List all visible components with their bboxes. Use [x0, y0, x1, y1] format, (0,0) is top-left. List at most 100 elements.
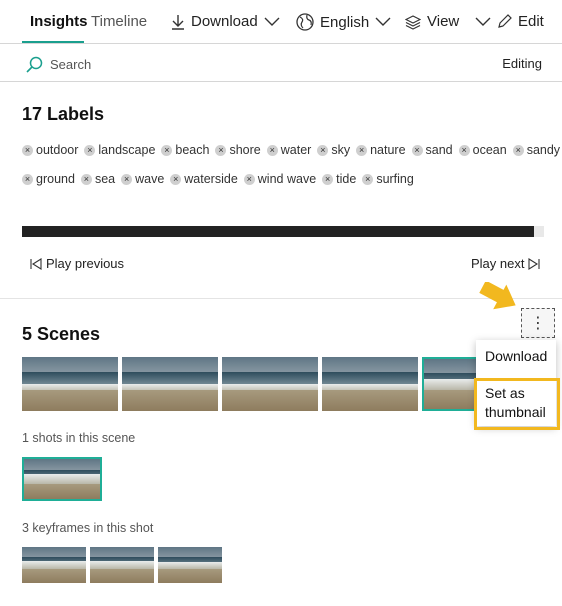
download-icon	[172, 14, 184, 30]
language-menu[interactable]: English	[296, 13, 391, 31]
label-chip[interactable]: × nature	[356, 143, 406, 157]
menu-item-download[interactable]: Download	[476, 348, 556, 364]
remove-label-icon[interactable]: ×	[317, 144, 329, 156]
chevron-down-icon	[375, 17, 391, 26]
pointer-arrow-icon	[479, 282, 516, 310]
label-text: ocean	[472, 143, 507, 157]
remove-label-icon[interactable]: ×	[243, 173, 255, 185]
tab-insights[interactable]: Insights	[30, 13, 88, 30]
label-chip[interactable]: × ocean	[458, 143, 507, 157]
keyframe-thumbnail[interactable]	[22, 547, 86, 583]
chevron-down-icon	[475, 17, 491, 26]
scene-thumbnail[interactable]	[322, 357, 418, 411]
edit-label: Edit	[518, 13, 544, 30]
editing-toggle[interactable]: Editing	[502, 56, 542, 71]
label-text: sandy	[526, 143, 561, 157]
label-text: sea	[94, 172, 116, 186]
download-label: Download	[191, 13, 258, 30]
remove-label-icon[interactable]: ×	[121, 173, 133, 185]
keyframe-thumbnail[interactable]	[158, 547, 222, 583]
label-chip[interactable]: × landscape	[84, 143, 155, 157]
play-previous-button[interactable]: Play previous	[30, 256, 124, 271]
remove-label-icon[interactable]: ×	[161, 144, 173, 156]
label-text: sand	[425, 143, 453, 157]
divider	[0, 81, 562, 82]
label-chip[interactable]: × outdoor	[22, 143, 78, 157]
skip-previous-icon	[30, 257, 42, 270]
layers-icon	[405, 14, 421, 30]
remove-label-icon[interactable]: ×	[84, 144, 96, 156]
label-chip[interactable]: × sandy	[512, 143, 561, 157]
edit-button[interactable]: Edit	[497, 13, 544, 30]
label-text: wave	[135, 172, 165, 186]
remove-label-icon[interactable]: ×	[266, 144, 278, 156]
play-next-label: Play next	[471, 256, 525, 271]
remove-label-icon[interactable]: ×	[22, 144, 33, 156]
scene-thumbnail[interactable]	[22, 357, 118, 411]
label-text: outdoor	[36, 143, 79, 157]
label-text: surfing	[376, 172, 414, 186]
label-text: waterside	[184, 172, 238, 186]
language-label: English	[320, 13, 370, 31]
label-text: ground	[36, 172, 75, 186]
play-previous-label: Play previous	[46, 256, 125, 271]
label-chip[interactable]: × wind wave	[243, 172, 317, 186]
keyframes-caption: 3 keyframes in this shot	[22, 521, 154, 535]
remove-label-icon[interactable]: ×	[362, 173, 374, 185]
more-options-button[interactable]: ⋮	[521, 308, 555, 338]
label-chip[interactable]: × shore	[215, 143, 261, 157]
label-chip[interactable]: × beach	[161, 143, 209, 157]
search-icon	[26, 56, 43, 73]
skip-next-icon	[528, 257, 541, 270]
remove-label-icon[interactable]: ×	[458, 144, 470, 156]
label-text: tide	[336, 172, 357, 186]
more-options-icon: ⋮	[530, 315, 546, 332]
chevron-down-icon	[264, 17, 280, 26]
scene-thumbnail[interactable]	[122, 357, 218, 411]
label-text: water	[280, 143, 312, 157]
labels-row: × ground × sea × wave × waterside × wind wave × tid…	[22, 172, 420, 186]
label-chip[interactable]: × sky	[317, 143, 350, 157]
label-chip[interactable]: × waterside	[170, 172, 238, 186]
play-next-button[interactable]: Play next	[471, 256, 541, 271]
remove-label-icon[interactable]: ×	[22, 173, 33, 185]
tab-timeline[interactable]: Timeline	[91, 13, 147, 30]
scenes-title: 5 Scenes	[22, 324, 101, 344]
remove-label-icon[interactable]: ×	[170, 173, 182, 185]
label-text: wind wave	[257, 172, 317, 186]
label-chip[interactable]: × tide	[322, 172, 356, 186]
divider	[0, 43, 562, 44]
label-chip[interactable]: × wave	[121, 172, 164, 186]
download-menu[interactable]: Download	[171, 13, 280, 30]
shots-caption: 1 shots in this scene	[22, 431, 136, 445]
label-text: nature	[370, 143, 406, 157]
remove-label-icon[interactable]: ×	[322, 173, 334, 185]
view-menu[interactable]: View	[405, 13, 491, 30]
remove-label-icon[interactable]: ×	[215, 144, 227, 156]
remove-label-icon[interactable]: ×	[411, 144, 423, 156]
label-timeline-fill	[22, 226, 534, 237]
label-text: beach	[175, 143, 210, 157]
label-chip[interactable]: × ground	[22, 172, 75, 186]
globe-icon	[296, 13, 314, 31]
label-chip[interactable]: × sea	[80, 172, 116, 186]
remove-label-icon[interactable]: ×	[512, 144, 524, 156]
pencil-icon	[498, 14, 512, 28]
labels-title: 17 Labels	[22, 104, 105, 124]
keyframe-thumbnail[interactable]	[90, 547, 154, 583]
view-label: View	[427, 13, 460, 30]
label-chip[interactable]: × sand	[411, 143, 453, 157]
highlight-box	[474, 378, 560, 430]
label-chip[interactable]: × water	[266, 143, 312, 157]
scene-thumbnail[interactable]	[222, 357, 318, 411]
label-chip[interactable]: × surfing	[362, 172, 414, 186]
shot-thumbnail[interactable]	[22, 457, 102, 501]
label-text: sky	[331, 143, 351, 157]
label-text: shore	[229, 143, 261, 157]
label-text: landscape	[98, 143, 156, 157]
labels-row: × outdoor × landscape × beach × shore × water × sky…	[22, 143, 562, 157]
search-input[interactable]: Search	[50, 57, 91, 72]
remove-label-icon[interactable]: ×	[80, 173, 92, 185]
scene-thumbnail-selected[interactable]	[422, 357, 478, 411]
remove-label-icon[interactable]: ×	[356, 144, 368, 156]
